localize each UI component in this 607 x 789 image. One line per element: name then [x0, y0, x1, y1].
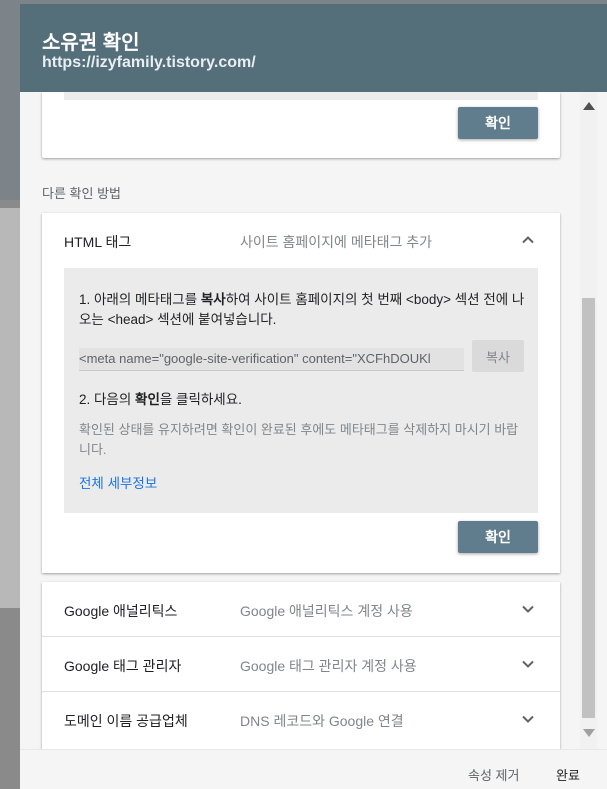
recommended-method-card: 확인 — [42, 92, 560, 158]
chevron-down-icon[interactable] — [518, 709, 538, 729]
property-url: https://izyfamily.tistory.com/ — [42, 54, 256, 71]
dialog-title: 소유권 확인 — [42, 32, 140, 54]
method-name: Google 태그 관리자 — [64, 658, 182, 674]
chevron-down-icon[interactable] — [518, 599, 538, 619]
scroll-up-arrow-icon[interactable] — [583, 102, 595, 110]
dialog-scrollbar[interactable] — [580, 92, 597, 749]
method-description: DNS 레코드와 Google 연결 — [240, 713, 404, 729]
keep-tag-note: 확인된 상태를 유지하려면 확인이 완료된 후에도 메타태그를 삭제하지 마시기… — [79, 422, 519, 457]
scroll-down-arrow-icon[interactable] — [583, 729, 595, 737]
html-tag-instructions: 1. 아래의 메타태그를 복사하여 사이트 홈페이지의 첫 번째 <body> … — [64, 268, 538, 513]
dialog-header: 소유권 확인 https://izyfamily.tistory.com/ — [20, 4, 607, 92]
method-row-domain-provider[interactable]: 도메인 이름 공급업체 DNS 레코드와 Google 연결 — [42, 692, 560, 746]
method-description: 사이트 홈페이지에 메타태그 추가 — [240, 234, 432, 250]
confirm-button[interactable]: 확인 — [458, 521, 538, 553]
step-2-text: 2. 다음의 확인을 클릭하세요. — [79, 392, 242, 407]
scrollbar-thumb[interactable] — [582, 298, 595, 718]
full-details-link[interactable]: 전체 세부정보 — [79, 472, 157, 492]
ownership-verification-dialog: 소유권 확인 https://izyfamily.tistory.com/ 확인… — [20, 4, 607, 789]
method-name: 도메인 이름 공급업체 — [64, 713, 188, 729]
step-1-text: 1. 아래의 메타태그를 복사하여 사이트 홈페이지의 첫 번째 <body> … — [79, 292, 525, 327]
dialog-footer: 속성 제거 완료 — [20, 749, 607, 789]
chevron-up-icon[interactable] — [518, 230, 538, 250]
method-description: Google 태그 관리자 계정 사용 — [240, 658, 417, 674]
confirm-button[interactable]: 확인 — [458, 107, 538, 139]
html-tag-header[interactable]: HTML 태그 사이트 홈페이지에 메타태그 추가 — [42, 213, 560, 267]
other-methods-list: Google 애널리틱스 Google 애널리틱스 계정 사용 Google 태… — [42, 582, 560, 749]
html-tag-method-card: HTML 태그 사이트 홈페이지에 메타태그 추가 1. 아래의 메타태그를 복… — [42, 213, 560, 573]
remove-property-button[interactable]: 속성 제거 — [468, 765, 519, 784]
meta-tag-field[interactable]: <meta name="google-site-verification" co… — [79, 348, 464, 371]
card-content-strip — [64, 92, 538, 100]
copy-button[interactable]: 복사 — [472, 340, 524, 372]
method-name: HTML 태그 — [64, 234, 132, 250]
method-row-google-tag-manager[interactable]: Google 태그 관리자 Google 태그 관리자 계정 사용 — [42, 637, 560, 692]
method-row-google-analytics[interactable]: Google 애널리틱스 Google 애널리틱스 계정 사용 — [42, 582, 560, 637]
done-button[interactable]: 완료 — [556, 765, 580, 784]
method-description: Google 애널리틱스 계정 사용 — [240, 603, 413, 619]
dialog-content: 확인 다른 확인 방법 HTML 태그 사이트 홈페이지에 메타태그 추가 1.… — [20, 92, 580, 749]
other-methods-heading: 다른 확인 방법 — [42, 186, 121, 201]
method-name: Google 애널리틱스 — [64, 603, 178, 619]
chevron-down-icon[interactable] — [518, 654, 538, 674]
